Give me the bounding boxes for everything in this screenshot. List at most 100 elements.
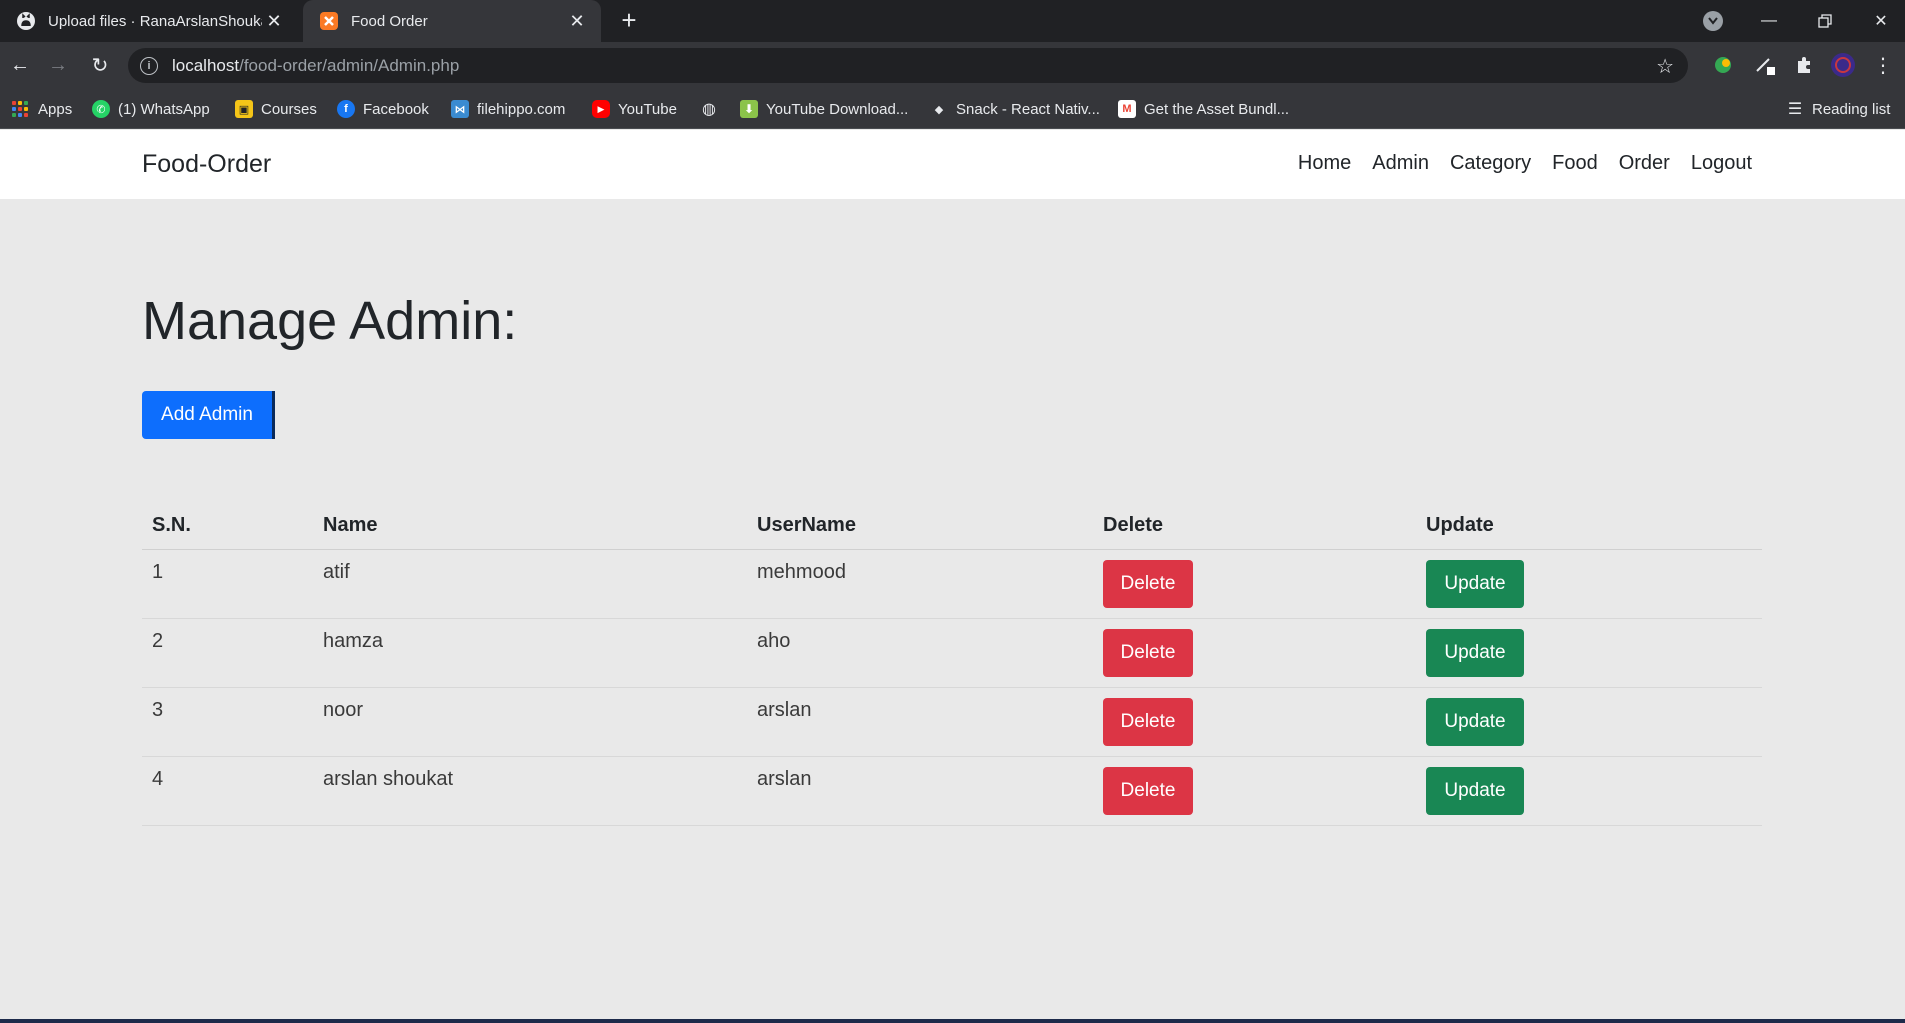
bookmark-label: (1) WhatsApp xyxy=(118,100,210,118)
nav-category[interactable]: Category xyxy=(1450,152,1531,175)
nav-links: Home Admin Category Food Order Logout xyxy=(1298,152,1752,175)
page-title: Manage Admin: xyxy=(142,291,518,351)
bookmark-label: Snack - React Nativ... xyxy=(956,100,1100,118)
bookmark-label: Facebook xyxy=(363,100,429,118)
table-row: 1 atif mehmood Delete Update xyxy=(142,549,1762,619)
tab-search-icon[interactable] xyxy=(1703,11,1723,31)
forward-icon[interactable]: → xyxy=(44,51,72,79)
header-delete: Delete xyxy=(1093,503,1416,550)
minimize-icon[interactable]: — xyxy=(1741,0,1797,42)
cell-sn: 2 xyxy=(142,618,313,688)
snack-icon: ◆ xyxy=(934,103,944,116)
update-button[interactable]: Update xyxy=(1426,697,1524,746)
cell-username: arslan xyxy=(747,756,1093,826)
browser-toolbar: ← → ↻ i localhost/food-order/admin/Admin… xyxy=(0,42,1905,89)
browser-tabstrip: Upload files · RanaArslanShoukat ✕ Food … xyxy=(0,0,1905,42)
tab-title: Upload files · RanaArslanShoukat xyxy=(48,12,262,30)
cell-sn: 4 xyxy=(142,756,313,826)
tab-title: Food Order xyxy=(351,12,428,30)
restore-icon[interactable] xyxy=(1797,0,1853,42)
tab-food-order[interactable]: Food Order ✕ xyxy=(303,0,601,42)
window-close-icon[interactable]: ✕ xyxy=(1853,0,1905,42)
bookmark-star-icon[interactable]: ☆ xyxy=(1656,54,1674,79)
filehippo-icon: ⋈ xyxy=(451,100,469,118)
new-tab-icon[interactable]: + xyxy=(616,7,642,34)
nav-food[interactable]: Food xyxy=(1552,152,1598,175)
delete-button[interactable]: Delete xyxy=(1103,559,1193,608)
bookmark-whatsapp[interactable]: ✆ (1) WhatsApp xyxy=(92,89,210,129)
cell-name: hamza xyxy=(313,618,747,688)
cell-update: Update xyxy=(1416,756,1762,826)
address-bar[interactable]: i localhost/food-order/admin/Admin.php ☆ xyxy=(128,48,1688,83)
bookmark-label: YouTube xyxy=(618,100,677,118)
info-icon[interactable]: i xyxy=(140,56,158,75)
cell-delete: Delete xyxy=(1093,549,1416,619)
github-icon xyxy=(16,11,36,31)
admin-table: S.N. Name UserName Delete Update 1 atif … xyxy=(142,503,1762,826)
cell-update: Update xyxy=(1416,687,1762,757)
bookmark-courses[interactable]: ▣ Courses xyxy=(235,89,317,129)
whatsapp-icon: ✆ xyxy=(92,100,110,118)
nav-admin[interactable]: Admin xyxy=(1372,152,1429,175)
header-sn: S.N. xyxy=(142,503,313,550)
delete-button[interactable]: Delete xyxy=(1103,766,1193,815)
bookmark-filehippo[interactable]: ⋈ filehippo.com xyxy=(451,89,565,129)
avatar[interactable] xyxy=(1830,52,1856,78)
pen-extension-icon[interactable] xyxy=(1752,52,1778,78)
close-icon[interactable]: ✕ xyxy=(262,9,286,33)
table-row: 2 hamza aho Delete Update xyxy=(142,618,1762,688)
nav-order[interactable]: Order xyxy=(1619,152,1670,175)
bookmark-snack[interactable]: ◆ Snack - React Nativ... xyxy=(930,89,1100,129)
xampp-icon xyxy=(319,11,339,31)
table-row: 3 noor arslan Delete Update xyxy=(142,687,1762,757)
reading-list-label: Reading list xyxy=(1812,100,1891,118)
cell-sn: 1 xyxy=(142,549,313,619)
reload-icon[interactable]: ↻ xyxy=(86,51,114,79)
cell-sn: 3 xyxy=(142,687,313,757)
reading-list-icon: ☰ xyxy=(1787,101,1803,118)
apps-grid-icon xyxy=(12,101,28,117)
bookmark-globe[interactable]: ◍ xyxy=(700,89,726,129)
bookmark-facebook[interactable]: f Facebook xyxy=(337,89,429,129)
close-icon[interactable]: ✕ xyxy=(565,9,589,33)
bookmark-label: Get the Asset Bundl... xyxy=(1144,100,1290,118)
header-update: Update xyxy=(1416,503,1762,550)
bookmark-label: Courses xyxy=(261,100,317,118)
back-icon[interactable]: ← xyxy=(6,51,34,79)
puzzle-icon[interactable] xyxy=(1791,52,1817,78)
cell-delete: Delete xyxy=(1093,618,1416,688)
bookmark-label: filehippo.com xyxy=(477,100,566,118)
extension-icon[interactable] xyxy=(1710,52,1736,78)
bookmark-youtube[interactable]: ▶ YouTube xyxy=(592,89,677,129)
cell-username: aho xyxy=(747,618,1093,688)
cell-update: Update xyxy=(1416,618,1762,688)
menu-icon[interactable]: ⋮ xyxy=(1870,52,1896,78)
update-button[interactable]: Update xyxy=(1426,766,1524,815)
cell-delete: Delete xyxy=(1093,687,1416,757)
youtube-icon: ▶ xyxy=(592,100,610,118)
site-navbar: Food-Order Home Admin Category Food Orde… xyxy=(0,130,1905,199)
bookmark-label: Apps xyxy=(38,100,73,118)
delete-button[interactable]: Delete xyxy=(1103,628,1193,677)
nav-home[interactable]: Home xyxy=(1298,152,1351,175)
update-button[interactable]: Update xyxy=(1426,628,1524,677)
tab-github[interactable]: Upload files · RanaArslanShoukat ✕ xyxy=(0,0,298,42)
url-host: localhost xyxy=(172,55,240,75)
site-brand[interactable]: Food-Order xyxy=(142,150,271,179)
cell-update: Update xyxy=(1416,549,1762,619)
table-row: 4 arslan shoukat arslan Delete Update xyxy=(142,756,1762,826)
url-path: /food-order/admin/Admin.php xyxy=(239,55,460,75)
bookmark-label: YouTube Download... xyxy=(766,100,909,118)
cell-name: atif xyxy=(313,549,747,619)
table-header-row: S.N. Name UserName Delete Update xyxy=(142,503,1762,550)
delete-button[interactable]: Delete xyxy=(1103,697,1193,746)
download-icon: ⬇ xyxy=(740,100,758,118)
update-button[interactable]: Update xyxy=(1426,559,1524,608)
bottom-border xyxy=(0,1019,1905,1023)
bookmark-youtube-downloader[interactable]: ⬇ YouTube Download... xyxy=(740,89,908,129)
bookmark-gmail[interactable]: M Get the Asset Bundl... xyxy=(1118,89,1289,129)
add-admin-button[interactable]: Add Admin xyxy=(142,391,275,439)
bookmark-apps[interactable]: Apps xyxy=(12,89,72,129)
nav-logout[interactable]: Logout xyxy=(1691,152,1752,175)
reading-list[interactable]: ☰ Reading list xyxy=(1786,89,1891,129)
